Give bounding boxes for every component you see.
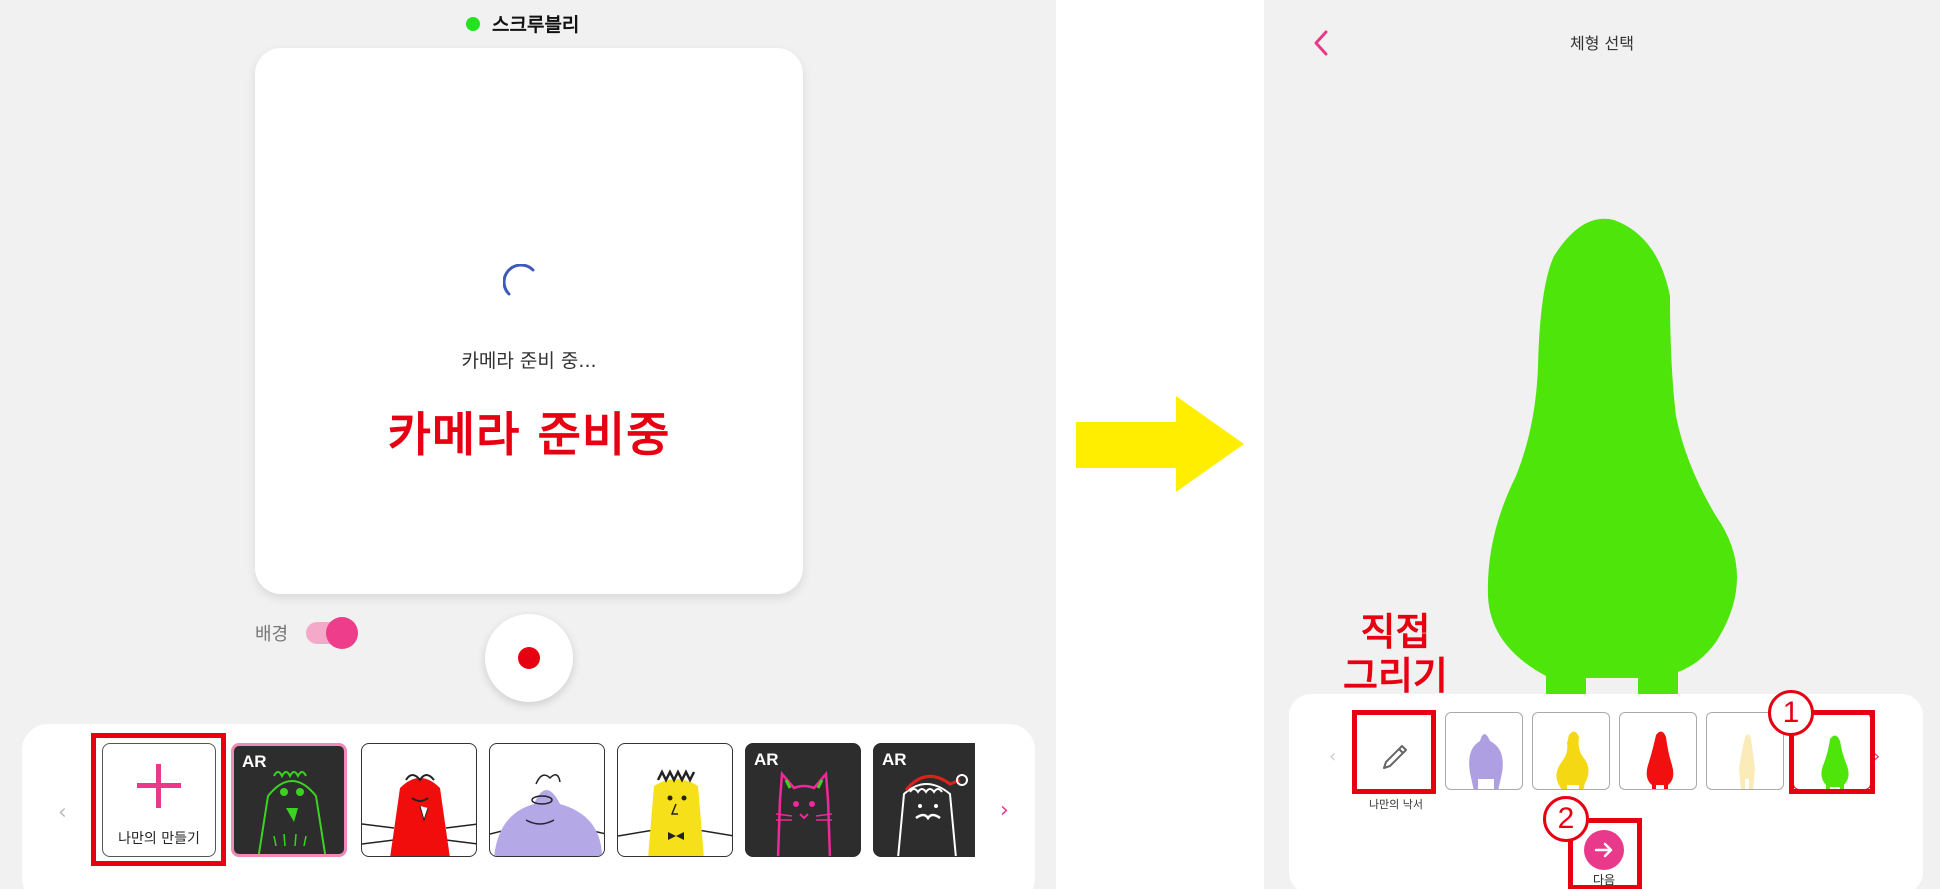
next-label: 다음 xyxy=(1592,873,1616,887)
record-button[interactable] xyxy=(485,614,573,702)
background-toggle[interactable] xyxy=(306,617,359,649)
template-thumb-red-hairy[interactable] xyxy=(361,743,477,857)
annotation-box-draw-own xyxy=(1352,710,1436,794)
draw-annotation-line2: 그리기 xyxy=(1343,654,1448,698)
page-title: 체형 선택 xyxy=(1570,34,1634,53)
arrow-right-icon xyxy=(1594,842,1613,858)
ar-badge: AR xyxy=(242,752,267,771)
step-2-marker: 2 xyxy=(1543,796,1589,842)
background-label: 배경 xyxy=(255,624,289,645)
draw-own-label: 나만의 낙서 xyxy=(1368,798,1424,811)
record-icon xyxy=(518,647,540,669)
red-hairy-illustration xyxy=(362,774,476,856)
prev-shape-chevron-icon[interactable]: ‹ xyxy=(1329,746,1336,767)
camera-status-text: 카메라 준비 중... xyxy=(461,350,597,372)
loading-spinner-icon xyxy=(503,264,535,296)
ar-badge: AR xyxy=(882,750,907,769)
template-thumb-purple-blob[interactable] xyxy=(489,743,605,857)
template-thumb-santa-white[interactable]: AR xyxy=(873,743,975,857)
next-template-chevron-icon[interactable]: › xyxy=(1000,798,1009,823)
camera-annotation: 카메라 준비중 xyxy=(387,408,671,463)
purple-blob-illustration xyxy=(490,774,604,856)
draw-annotation-line1: 직접 xyxy=(1360,610,1431,654)
yellow-shape-illustration xyxy=(1556,731,1589,789)
status-dot-icon xyxy=(466,16,480,31)
template-thumb-yellow-guy[interactable] xyxy=(617,743,733,857)
prev-template-chevron-icon[interactable]: ‹ xyxy=(58,800,67,825)
shape-option-red[interactable] xyxy=(1619,712,1697,790)
template-thumb-green-monster[interactable]: AR xyxy=(231,743,347,857)
toggle-knob xyxy=(326,617,359,649)
draw-annotation: 직접 그리기 xyxy=(1343,610,1448,698)
ar-badge: AR xyxy=(754,750,779,769)
selected-body-shape xyxy=(1487,218,1737,696)
purple-shape-illustration xyxy=(1469,734,1503,789)
shape-option-yellow[interactable] xyxy=(1532,712,1610,790)
next-button[interactable] xyxy=(1584,830,1624,870)
status-label: 스크루블리 xyxy=(492,14,580,36)
status-indicator: 스크루블리 xyxy=(466,10,579,37)
step-1-marker: 1 xyxy=(1768,690,1814,736)
template-thumb-pink-cat[interactable]: AR xyxy=(745,743,861,857)
camera-preview: 카메라 준비 중... 카메라 준비중 xyxy=(255,48,803,594)
transition-arrow-icon xyxy=(1076,396,1244,492)
red-shape-illustration xyxy=(1646,731,1674,789)
annotation-box-make-own xyxy=(91,733,226,866)
yellow-guy-illustration xyxy=(618,769,732,856)
shape-option-purple[interactable] xyxy=(1445,712,1523,790)
background-toggle-group: 배경 xyxy=(255,617,359,649)
